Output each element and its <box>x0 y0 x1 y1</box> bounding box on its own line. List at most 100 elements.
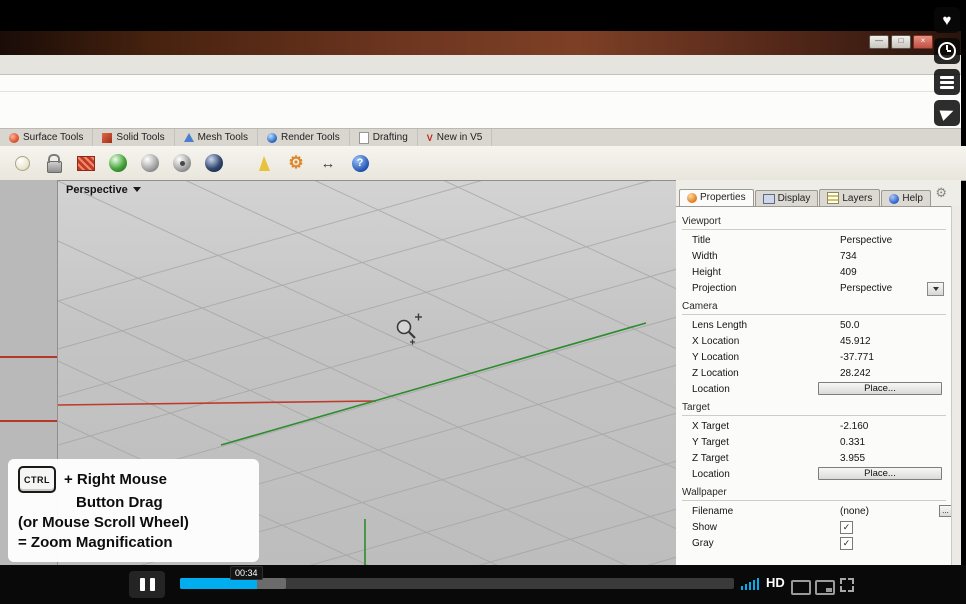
tab-help[interactable]: Help <box>881 190 931 206</box>
hd-badge: HD <box>766 575 785 590</box>
dark-sphere-icon[interactable] <box>202 151 226 175</box>
clock-icon <box>938 42 956 60</box>
tab-display[interactable]: Display <box>754 190 819 206</box>
minimize-button[interactable]: — <box>869 35 889 49</box>
like-button[interactable]: ♥ <box>934 7 960 33</box>
tab-properties[interactable]: Properties <box>679 189 754 206</box>
volume-bar <box>753 580 755 590</box>
property-row: Gray ✓ <box>676 535 952 551</box>
property-row: Z Location 28.242 <box>676 365 952 381</box>
share-button[interactable] <box>934 100 960 126</box>
property-row: Title Perspective <box>676 232 952 248</box>
tab-drafting[interactable]: Drafting <box>350 129 418 146</box>
tab-render-tools[interactable]: Render Tools <box>258 129 350 146</box>
property-row: Projection Perspective <box>676 280 952 296</box>
tool-tab-bar: Surface Tools Solid Tools Mesh Tools Ren… <box>0 128 961 147</box>
property-value[interactable]: -37.771 <box>840 352 952 363</box>
pause-icon <box>139 578 145 591</box>
tab-label: New in V5 <box>436 132 483 143</box>
close-button[interactable]: × <box>913 35 933 49</box>
property-label: Z Location <box>692 367 739 379</box>
gray-sphere-icon[interactable] <box>138 151 162 175</box>
volume-control[interactable] <box>741 578 759 590</box>
pause-button[interactable] <box>129 571 165 598</box>
player-control-bar: 00:34 HD <box>0 565 966 604</box>
property-label: Z Target <box>692 452 729 464</box>
property-value[interactable]: 28.242 <box>840 368 952 379</box>
property-value[interactable]: 3.955 <box>840 453 952 464</box>
layers-icon <box>827 192 840 204</box>
property-row: Filename (none) ... <box>676 503 952 519</box>
property-value[interactable]: 409 <box>840 267 952 278</box>
overlay-actions: ♥ <box>934 7 960 126</box>
fullscreen-icon[interactable] <box>840 578 854 592</box>
property-value[interactable]: 734 <box>840 251 952 262</box>
gear-icon[interactable]: ⚙ <box>935 185 947 201</box>
gray-checkbox[interactable]: ✓ <box>840 536 853 550</box>
gears-icon[interactable]: ⚙ <box>284 151 308 175</box>
tab-label: Surface Tools <box>23 132 84 143</box>
viewport-title[interactable]: Perspective <box>66 184 128 196</box>
caption-text: (or Mouse Scroll Wheel) <box>18 514 189 531</box>
zoom-cursor-icon <box>396 313 422 345</box>
dimension-icon[interactable]: ↔ <box>316 151 340 175</box>
property-value[interactable]: 45.912 <box>840 336 952 347</box>
property-row: Show ✓ <box>676 519 952 535</box>
lightbulb-icon[interactable] <box>10 151 34 175</box>
place-button[interactable]: Place... <box>818 467 942 480</box>
property-label: Y Target <box>692 436 729 448</box>
properties-panel: Properties Display Layers Help ⚙ Viewpor… <box>676 180 961 565</box>
help-button[interactable]: ? <box>348 151 372 175</box>
show-checkbox[interactable]: ✓ <box>840 520 853 534</box>
tab-solid-tools[interactable]: Solid Tools <box>93 129 175 146</box>
property-row: Location Place... <box>676 466 952 482</box>
tab-mesh-tools[interactable]: Mesh Tools <box>175 129 258 146</box>
tab-new-in-v5[interactable]: V New in V5 <box>418 129 493 146</box>
new-in-v5-icon: V <box>426 132 433 143</box>
flag-icon[interactable] <box>252 151 276 175</box>
property-row: Location Place... <box>676 381 952 397</box>
property-row: Height 409 <box>676 264 952 280</box>
green-sphere-icon[interactable] <box>106 151 130 175</box>
watch-later-button[interactable] <box>934 38 960 64</box>
property-value[interactable]: Perspective <box>840 235 952 246</box>
property-label: Projection <box>692 282 737 294</box>
y-axis <box>220 322 647 446</box>
pause-icon <box>149 578 155 591</box>
time-tooltip: 00:34 <box>230 566 263 580</box>
progress-bar[interactable]: 00:34 <box>180 566 734 589</box>
collections-button[interactable] <box>934 69 960 95</box>
property-label: Y Location <box>692 351 740 363</box>
lock-icon[interactable] <box>42 151 66 175</box>
caption-text: Button Drag <box>76 494 163 511</box>
property-value[interactable]: -2.160 <box>840 421 952 432</box>
tab-label: Drafting <box>372 132 408 143</box>
properties-icon <box>687 192 697 203</box>
ramp-icon[interactable] <box>74 151 98 175</box>
place-button[interactable]: Place... <box>818 382 942 395</box>
panel-tab-bar: Properties Display Layers Help <box>679 188 931 206</box>
tab-surface-tools[interactable]: Surface Tools <box>0 129 94 146</box>
x-axis <box>58 400 377 406</box>
property-row: Y Location -37.771 <box>676 349 952 365</box>
tab-label: Properties <box>700 192 746 203</box>
viewport-menu-arrow-icon[interactable] <box>132 187 141 196</box>
tutorial-caption: CTRL + Right Mouse Button Drag (or Mouse… <box>8 459 259 562</box>
panel-scrollbar[interactable] <box>951 206 961 565</box>
layers-stack-icon <box>940 75 954 89</box>
chevron-down-icon <box>932 287 939 294</box>
volume-bar <box>745 584 747 590</box>
tab-layers[interactable]: Layers <box>819 189 881 206</box>
property-row: Y Target 0.331 <box>676 434 952 450</box>
sphere-hole-icon[interactable] <box>170 151 194 175</box>
section-title: Camera <box>682 301 946 315</box>
property-value[interactable]: 0.331 <box>840 437 952 448</box>
property-value[interactable]: 50.0 <box>840 320 952 331</box>
maximize-button[interactable]: □ <box>891 35 911 49</box>
property-label: Show <box>692 521 718 533</box>
property-value[interactable]: (none) <box>840 506 952 517</box>
screen-icon[interactable] <box>791 580 811 595</box>
pip-icon[interactable] <box>815 580 835 595</box>
projection-dropdown[interactable] <box>927 282 944 296</box>
help-tab-icon <box>889 193 900 204</box>
